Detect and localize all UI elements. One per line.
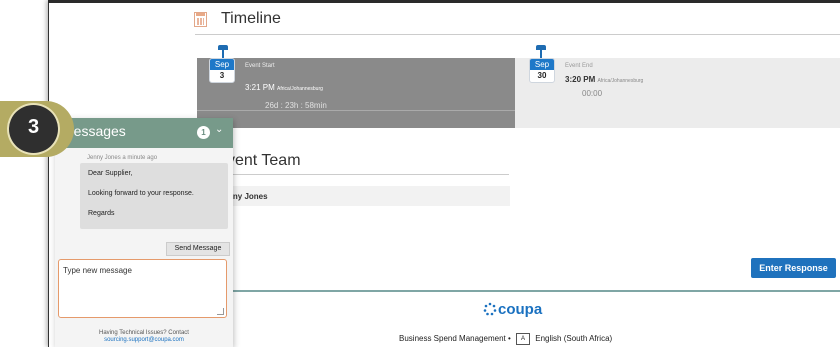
event-end-time: 3:20 PM Africa/Johannesburg (565, 75, 644, 84)
event-start-label: Event Start (245, 63, 275, 69)
team-member-name: nny Jones (228, 192, 268, 201)
event-start-time: 3:21 PM Africa/Johannesburg (245, 83, 323, 92)
send-message-button[interactable]: Send Message (166, 242, 230, 256)
coupa-logo: coupa (498, 301, 543, 318)
language-icon: A (516, 333, 531, 345)
help-text: Having Technical Issues? Contact sourcin… (99, 330, 189, 343)
timeline-title: Timeline (221, 10, 281, 27)
support-email-link[interactable]: sourcing.support@coupa.com (104, 337, 184, 343)
message-bubble: Dear Supplier, Looking forward to your r… (80, 163, 228, 229)
day-label: 30 (537, 71, 547, 80)
pin-icon (218, 45, 228, 58)
event-team-title: vent Team (227, 152, 301, 169)
calendar-icon (194, 12, 207, 27)
event-end-date: Sep 30 (529, 58, 555, 83)
enter-response-button[interactable]: Enter Response (751, 258, 836, 278)
event-end-panel (515, 58, 840, 128)
message-sender: Jenny Jones a minute ago (87, 155, 158, 161)
timeline-arrow (818, 58, 840, 128)
chevron-down-icon[interactable]: ⌄ (215, 124, 223, 135)
day-label: 3 (219, 71, 225, 80)
month-label: Sep (530, 59, 554, 70)
event-end-label: Event End (565, 63, 593, 69)
footer-tagline: Business Spend Management (399, 334, 506, 344)
step-number: 3 (27, 116, 40, 138)
new-message-input[interactable]: Type new message (58, 259, 227, 318)
event-start-date: Sep 3 (209, 58, 235, 83)
unread-count-badge: 1 (197, 126, 210, 139)
resize-handle[interactable] (217, 308, 224, 315)
pin-icon (536, 45, 546, 58)
divider (197, 110, 515, 111)
message-line: Dear Supplier, (88, 170, 133, 177)
messages-panel: Messages 1 ⌄ Jenny Jones a minute ago De… (55, 118, 233, 347)
message-line: Regards (88, 210, 115, 217)
footer-line: Business Spend Management • A English (S… (399, 333, 613, 345)
divider (227, 174, 509, 175)
event-end-countdown: 00:00 (582, 89, 603, 98)
messages-header[interactable]: Messages 1 ⌄ (55, 118, 233, 148)
month-label: Sep (210, 59, 234, 70)
team-member-row (227, 186, 510, 206)
divider (195, 34, 840, 35)
message-placeholder: Type new message (63, 266, 132, 275)
event-start-countdown: 26d : 23h : 58min (265, 101, 327, 110)
window-top-border (48, 0, 840, 3)
footer-divider (233, 290, 840, 292)
language-selector[interactable]: English (South Africa) (535, 334, 612, 343)
coupa-logo-icon (483, 302, 497, 316)
message-line: Looking forward to your response. (88, 190, 194, 197)
